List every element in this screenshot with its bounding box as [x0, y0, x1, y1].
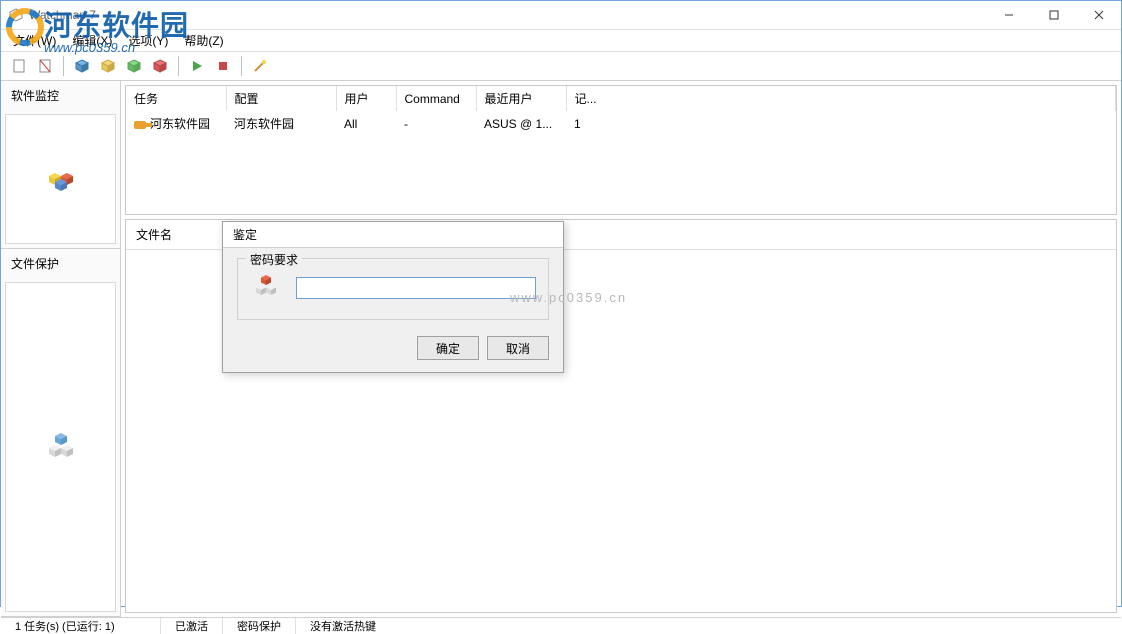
cell-record: 1 [566, 111, 1116, 136]
cell-user: All [336, 111, 396, 136]
tool-new-icon[interactable] [7, 54, 31, 78]
tool-cube3-icon[interactable] [122, 54, 146, 78]
password-input[interactable] [296, 277, 536, 299]
task-panel: 任务 配置 用户 Command 最近用户 记... 河东软件园 河东软件园 A… [125, 85, 1117, 215]
auth-dialog: 鉴定 密码要求 确定 取消 [222, 221, 564, 373]
tool-cube2-icon[interactable] [96, 54, 120, 78]
tool-cube4-icon[interactable] [148, 54, 172, 78]
menu-options[interactable]: 选项(Y) [122, 30, 174, 51]
window-title: Watchman 7 [29, 8, 96, 22]
maximize-button[interactable] [1031, 1, 1076, 29]
tool-wand-icon[interactable] [248, 54, 272, 78]
sidebar-header-monitor[interactable]: 软件监控 [1, 81, 120, 110]
cubes-dialog-icon [250, 273, 284, 303]
menu-help[interactable]: 帮助(Z) [178, 30, 229, 51]
th-lastuser[interactable]: 最近用户 [476, 86, 566, 111]
password-group: 密码要求 [237, 258, 549, 320]
th-task[interactable]: 任务 [126, 86, 226, 111]
key-icon [134, 121, 146, 129]
toolbar-separator [241, 56, 242, 76]
status-pwprotect: 密码保护 [223, 618, 296, 634]
sidebar-header-protect[interactable]: 文件保护 [1, 249, 120, 278]
toolbar-separator [63, 56, 64, 76]
tool-cube1-icon[interactable] [70, 54, 94, 78]
minimize-button[interactable] [986, 1, 1031, 29]
group-label: 密码要求 [246, 251, 302, 268]
th-record[interactable]: 记... [566, 86, 1116, 111]
toolbar [1, 51, 1121, 81]
cell-task: 河东软件园 [150, 117, 210, 131]
toolbar-separator [178, 56, 179, 76]
status-tasks: 1 任务(s) (已运行: 1) [1, 618, 161, 634]
menu-edit[interactable]: 编辑(X) [66, 30, 118, 51]
dialog-title: 鉴定 [223, 222, 563, 248]
menu-file[interactable]: 文件(W) [7, 30, 62, 51]
sidebar-body-monitor[interactable] [5, 114, 116, 244]
table-row[interactable]: 河东软件园 河东软件园 All - ASUS @ 1... 1 [126, 111, 1116, 136]
status-hotkey: 没有激活热键 [296, 618, 1121, 634]
tool-delete-icon[interactable] [33, 54, 57, 78]
cell-command: - [396, 111, 476, 136]
task-table[interactable]: 任务 配置 用户 Command 最近用户 记... 河东软件园 河东软件园 A… [126, 86, 1116, 136]
titlebar: Watchman 7 [1, 1, 1121, 30]
th-user[interactable]: 用户 [336, 86, 396, 111]
cubes-color-icon [39, 159, 83, 199]
menubar: 文件(W) 编辑(X) 选项(Y) 帮助(Z) [1, 30, 1121, 51]
tool-stop-icon[interactable] [211, 54, 235, 78]
close-button[interactable] [1076, 1, 1121, 29]
status-active: 已激活 [161, 618, 223, 634]
sidebar-body-protect[interactable] [5, 282, 116, 612]
cell-lastuser: ASUS @ 1... [476, 111, 566, 136]
tool-play-icon[interactable] [185, 54, 209, 78]
ok-button[interactable]: 确定 [417, 336, 479, 360]
th-config[interactable]: 配置 [226, 86, 336, 111]
app-icon [9, 8, 23, 22]
cell-config: 河东软件园 [226, 111, 336, 136]
sidebar: 软件监控 文件保护 [1, 81, 121, 617]
cubes-blue-icon [39, 427, 83, 467]
th-command[interactable]: Command [396, 86, 476, 111]
cancel-button[interactable]: 取消 [487, 336, 549, 360]
statusbar: 1 任务(s) (已运行: 1) 已激活 密码保护 没有激活热键 [1, 617, 1121, 634]
